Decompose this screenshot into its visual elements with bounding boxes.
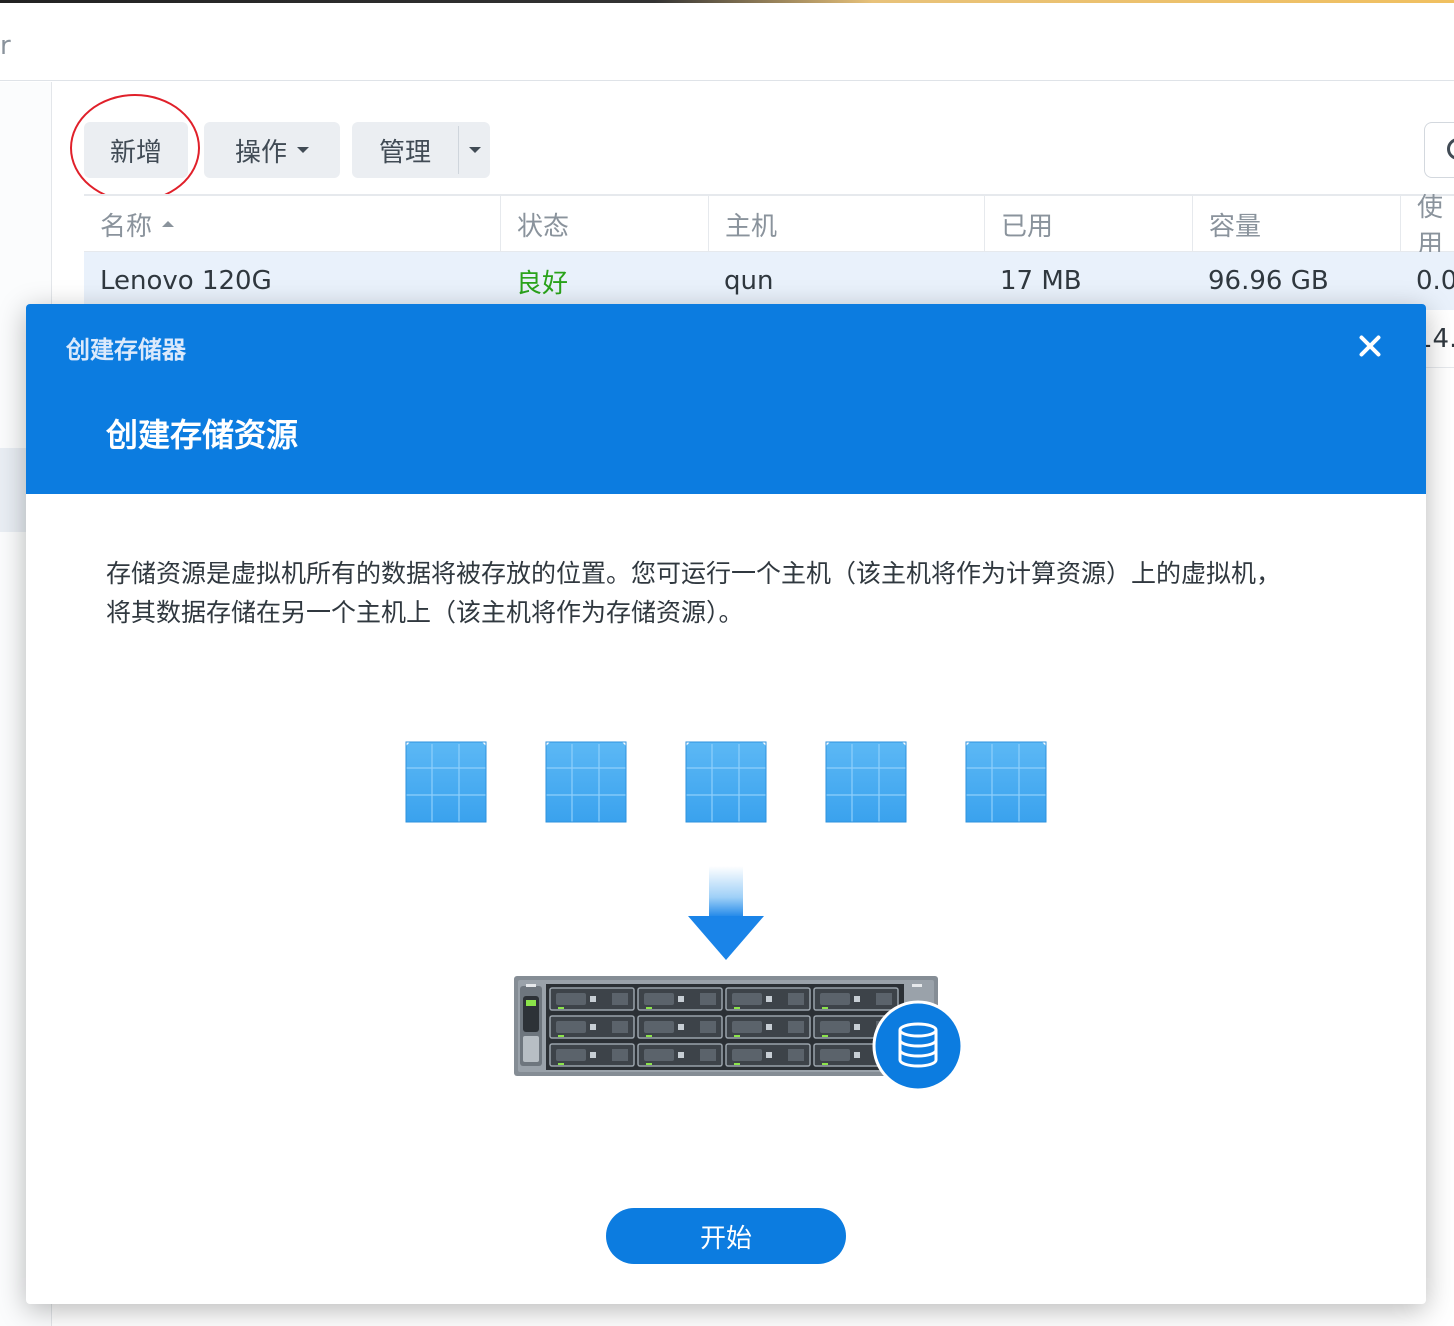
vm-cubes	[405, 741, 1047, 823]
actions-button-label: 操作	[234, 137, 287, 168]
start-button-label: 开始	[699, 1223, 752, 1254]
manage-button[interactable]: 管理	[352, 122, 490, 178]
storage-illustration	[405, 741, 1047, 1092]
database-icon	[872, 1000, 964, 1092]
dialog-step-title: 创建存储资源	[106, 416, 299, 454]
vm-cube-icon	[405, 741, 487, 823]
manage-dropdown-toggle[interactable]	[459, 122, 490, 178]
chevron-down-icon	[468, 147, 481, 153]
column-header-name[interactable]: 名称	[84, 196, 500, 252]
arrow-down-icon	[688, 866, 764, 960]
cell-usage: 0.0	[1416, 266, 1454, 296]
start-button[interactable]: 开始	[606, 1208, 846, 1264]
column-header-used[interactable]: 已用	[984, 196, 1192, 252]
sort-ascending-icon	[162, 221, 175, 227]
description-line: 存储资源是虚拟机所有的数据将被存放的位置。您可运行一个主机（该主机将作为计算资源…	[106, 559, 1282, 588]
nas-server-icon	[514, 976, 938, 1076]
column-header-label: 名称	[100, 211, 153, 242]
manage-button-label: 管理	[378, 137, 431, 168]
window-titlebar: r	[0, 3, 1454, 81]
chevron-down-icon	[297, 147, 309, 153]
table-row[interactable]: Lenovo 120G 良好 qun 17 MB 96.96 GB 0.0	[84, 252, 1454, 310]
column-header-label: 容量	[1209, 211, 1262, 242]
create-storage-dialog: 创建存储器 创建存储资源 存储资源是虚拟机所有的数据将被存放的位置。您可运行一个…	[26, 304, 1426, 1304]
description-line: 将其数据存储在另一个主机上（该主机将作为存储资源）。	[106, 598, 744, 627]
cell-name: Lenovo 120G	[100, 266, 272, 296]
cell-status: 良好	[516, 268, 569, 299]
column-header-label: 已用	[1001, 211, 1054, 242]
vm-cube-icon	[965, 741, 1047, 823]
vm-cube-icon	[545, 741, 627, 823]
search-input[interactable]	[1424, 122, 1454, 178]
column-header-usage[interactable]: 使用	[1400, 193, 1454, 260]
table-header: 名称 状态 主机 已用 容量 使用	[84, 193, 1454, 260]
close-icon[interactable]	[1346, 322, 1394, 370]
column-header-label: 状态	[517, 211, 570, 242]
vm-cube-icon	[685, 741, 767, 823]
column-header-capacity[interactable]: 容量	[1192, 196, 1400, 252]
dialog-window-title: 创建存储器	[66, 336, 186, 364]
column-header-label: 使用	[1417, 193, 1444, 260]
column-header-status[interactable]: 状态	[500, 196, 708, 252]
vm-cube-icon	[825, 741, 907, 823]
cell-capacity: 96.96 GB	[1208, 266, 1329, 296]
actions-button[interactable]: 操作	[204, 122, 340, 178]
dialog-header: 创建存储器 创建存储资源	[26, 304, 1426, 494]
column-header-label: 主机	[725, 211, 778, 242]
cell-used: 17 MB	[1000, 266, 1082, 296]
cell-host: qun	[724, 266, 774, 296]
search-icon	[1447, 138, 1454, 160]
column-header-host[interactable]: 主机	[708, 196, 984, 252]
sidebar-selected-item[interactable]	[0, 448, 26, 532]
window-title-fragment: r	[0, 31, 11, 61]
annotation-circle	[70, 94, 200, 202]
dialog-description: 存储资源是虚拟机所有的数据将被存放的位置。您可运行一个主机（该主机将作为计算资源…	[106, 554, 1346, 632]
